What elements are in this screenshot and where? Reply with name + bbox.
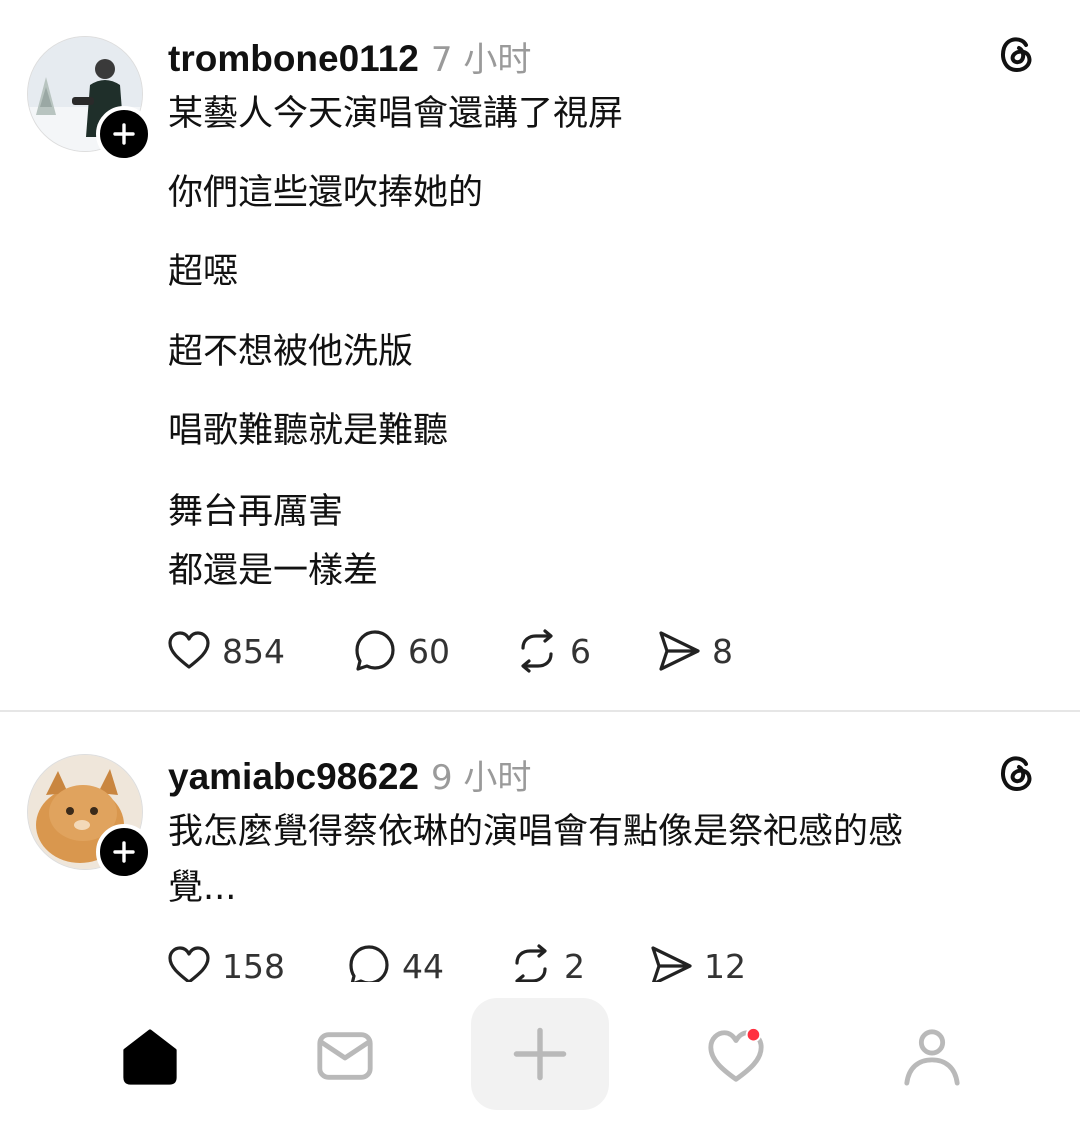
heart-icon xyxy=(168,631,210,669)
compose-plus-icon xyxy=(513,1027,567,1081)
home-icon xyxy=(123,1029,177,1085)
post-2-actions-viewport: 158 44 2 12 xyxy=(0,940,1080,982)
repost-icon xyxy=(521,629,553,673)
repost-icon xyxy=(515,944,547,982)
bottom-navigation xyxy=(0,990,1080,1129)
send-icon xyxy=(659,631,700,671)
post-header: trombone0112 7 小时 xyxy=(168,32,532,80)
post-text-line: 唱歌難聽就是難聽 xyxy=(168,411,449,451)
heart-icon xyxy=(168,946,210,982)
post-text-line: 超不想被他洗版 xyxy=(168,332,414,372)
post-text-line: 覺... xyxy=(168,868,237,908)
notification-dot xyxy=(745,1026,762,1043)
post-text-line: 我怎麼覺得蔡依琳的演唱會有點像是祭祀感的感 xyxy=(168,812,904,852)
like-count: 854 xyxy=(222,631,285,671)
timestamp: 7 小时 xyxy=(430,40,532,80)
like-button[interactable]: 854 xyxy=(166,627,285,675)
post-text-line: 某藝人今天演唱會還講了視屏 xyxy=(168,94,624,134)
reply-count: 44 xyxy=(402,946,444,983)
post-text-line: 超噁 xyxy=(168,252,239,292)
plus-icon xyxy=(113,841,135,863)
share-count: 8 xyxy=(712,631,733,671)
post-1: trombone0112 7 小时 某藝人今天演唱會還講了視屏 你們這些還吹捧她… xyxy=(0,0,1080,710)
profile-icon xyxy=(904,1029,960,1086)
repost-count: 2 xyxy=(564,946,585,983)
reply-button[interactable]: 44 xyxy=(346,942,444,982)
like-button[interactable]: 158 xyxy=(166,942,285,982)
inbox-icon xyxy=(317,1032,373,1080)
nav-home[interactable] xyxy=(110,1016,190,1096)
follow-button[interactable] xyxy=(96,106,152,162)
nav-compose[interactable] xyxy=(471,998,609,1110)
repost-button[interactable]: 2 xyxy=(508,942,585,982)
threads-logo-icon[interactable] xyxy=(995,751,1039,795)
post-text-line: 都還是一樣差 xyxy=(168,551,379,591)
reply-button[interactable]: 60 xyxy=(352,627,450,675)
activity-heart-icon xyxy=(708,1026,764,1082)
post-header: yamiabc98622 9 小时 xyxy=(168,750,532,798)
reply-count: 60 xyxy=(408,631,450,671)
username[interactable]: yamiabc98622 xyxy=(168,756,419,798)
repost-count: 6 xyxy=(570,631,591,671)
repost-button[interactable]: 6 xyxy=(514,627,591,675)
nav-activity[interactable] xyxy=(696,1016,776,1096)
post-text-line: 舞台再厲害 xyxy=(168,492,344,532)
share-count: 12 xyxy=(704,946,746,983)
nav-profile[interactable] xyxy=(892,1016,972,1096)
threads-logo-icon[interactable] xyxy=(995,32,1039,76)
comment-icon xyxy=(349,945,389,982)
plus-icon xyxy=(113,123,135,145)
username[interactable]: trombone0112 xyxy=(168,38,419,80)
nav-inbox[interactable] xyxy=(305,1016,385,1096)
post-text-line: 你們這些還吹捧她的 xyxy=(168,173,484,213)
share-button[interactable]: 8 xyxy=(656,627,733,675)
share-button[interactable]: 12 xyxy=(648,942,746,982)
like-count: 158 xyxy=(222,946,285,983)
send-icon xyxy=(651,946,692,982)
timestamp: 9 小时 xyxy=(430,758,532,798)
comment-icon xyxy=(355,630,395,671)
follow-button[interactable] xyxy=(96,824,152,880)
